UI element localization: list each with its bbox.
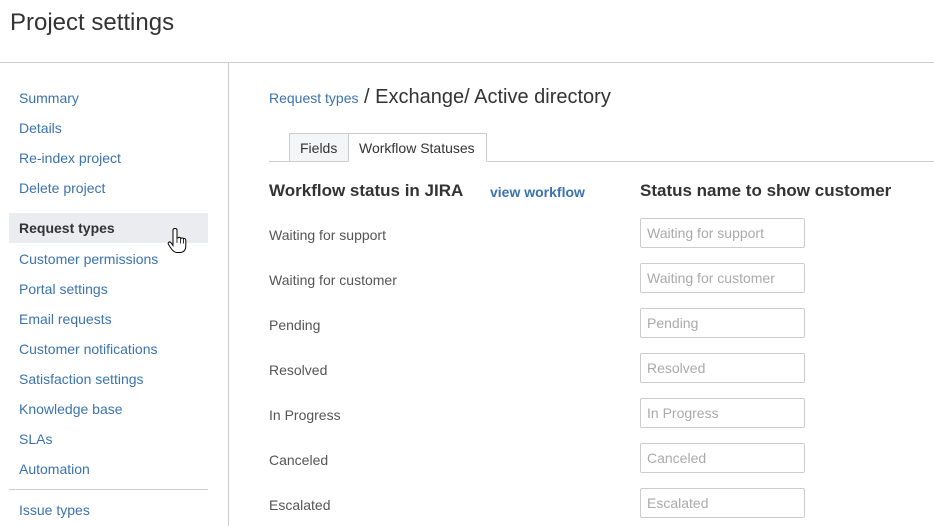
page-header: Project settings [0, 0, 934, 63]
sidebar-item-reindex-project[interactable]: Re-index project [19, 150, 121, 166]
breadcrumb-current: / Exchange/ Active directory [358, 86, 611, 108]
status-label-canceled: Canceled [269, 452, 329, 468]
view-workflow-link[interactable]: view workflow [490, 184, 585, 200]
sidebar-item-details[interactable]: Details [19, 120, 62, 136]
sidebar-item-customer-notifications[interactable]: Customer notifications [19, 341, 158, 357]
sidebar-item-summary[interactable]: Summary [19, 90, 79, 106]
breadcrumb: Request types / Exchange/ Active directo… [269, 86, 611, 109]
status-label-waiting-for-customer: Waiting for customer [269, 272, 397, 288]
status-label-escalated: Escalated [269, 497, 331, 513]
sidebar-item-slas[interactable]: SLAs [19, 431, 52, 447]
status-input-waiting-for-support[interactable] [640, 218, 805, 248]
status-label-pending: Pending [269, 317, 321, 333]
status-input-waiting-for-customer[interactable] [640, 263, 805, 293]
sidebar: Summary Details Re-index project Delete … [0, 63, 229, 526]
sidebar-item-delete-project[interactable]: Delete project [19, 180, 105, 196]
tab-workflow-statuses[interactable]: Workflow Statuses [348, 133, 487, 162]
sidebar-item-issue-types[interactable]: Issue types [19, 502, 90, 518]
sidebar-item-satisfaction-settings[interactable]: Satisfaction settings [19, 371, 144, 387]
sidebar-divider [9, 489, 208, 490]
status-label-waiting-for-support: Waiting for support [269, 227, 386, 243]
sidebar-item-knowledge-base[interactable]: Knowledge base [19, 401, 123, 417]
sidebar-item-label: Request types [19, 220, 115, 236]
customer-status-header: Status name to show customer [640, 181, 892, 200]
sidebar-item-automation[interactable]: Automation [19, 461, 90, 477]
status-input-resolved[interactable] [640, 353, 805, 383]
breadcrumb-request-types-link[interactable]: Request types [269, 90, 359, 106]
workflow-status-header: Workflow status in JIRA [269, 181, 464, 200]
status-input-canceled[interactable] [640, 443, 805, 473]
status-label-resolved: Resolved [269, 362, 328, 378]
status-label-in-progress: In Progress [269, 407, 341, 423]
status-input-pending[interactable] [640, 308, 805, 338]
page-title: Project settings [10, 9, 175, 36]
sidebar-item-portal-settings[interactable]: Portal settings [19, 281, 108, 297]
sidebar-item-customer-permissions[interactable]: Customer permissions [19, 251, 158, 267]
sidebar-item-email-requests[interactable]: Email requests [19, 311, 112, 327]
status-input-escalated[interactable] [640, 488, 805, 518]
hand-cursor-icon [167, 228, 187, 253]
status-input-in-progress[interactable] [640, 398, 805, 428]
tab-fields[interactable]: Fields [289, 133, 349, 162]
